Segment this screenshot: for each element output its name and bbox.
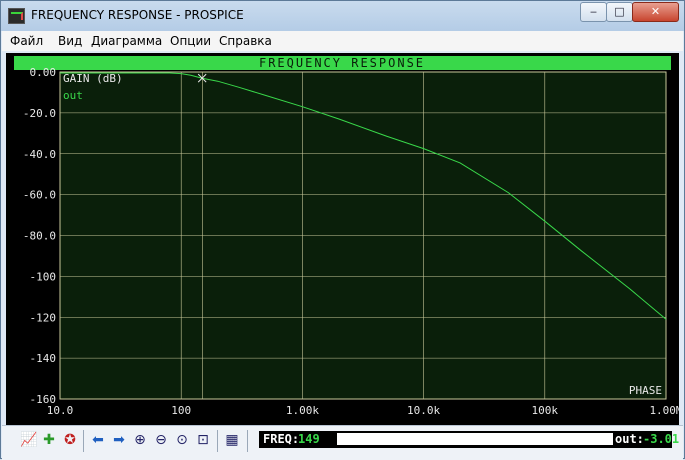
app-icon <box>8 8 25 24</box>
arrow-left-icon[interactable]: ⬅ <box>90 432 106 448</box>
minimize-button[interactable]: ‒ <box>580 2 607 22</box>
legend-series-out: out <box>63 89 83 102</box>
y-tick-label: 0.00 <box>30 66 57 79</box>
readout-field <box>337 433 613 445</box>
maximize-button[interactable]: □ <box>606 2 633 22</box>
y-axis-label: GAIN (dB) <box>63 72 123 85</box>
y2-axis-label: PHASE <box>629 384 662 397</box>
y-tick-label: -140 <box>30 352 57 365</box>
zoom-in-icon[interactable]: ⊕ <box>132 432 148 448</box>
zoom-all-icon[interactable]: ⊙ <box>174 432 190 448</box>
graph-icon[interactable]: 📈 <box>20 432 37 448</box>
y-tick-label: -80.0 <box>23 230 56 243</box>
cursor-readout: FREQ: 149 out: -3.01 <box>259 431 679 448</box>
bottom-toolbar: 📈 ✚ ✪ ⬅ ➡ ⊕ ⊖ ⊙ ⊡ ▦ FREQ: 149 out: -3.01 <box>2 425 683 460</box>
y-tick-label: -100 <box>30 270 57 283</box>
menu-file[interactable]: Файл <box>10 34 43 48</box>
window-title: FREQUENCY RESPONSE - PROSPICE <box>31 8 244 22</box>
y-tick-label: -120 <box>30 311 57 324</box>
toolbar-separator <box>83 430 84 452</box>
out-label: out: <box>615 432 644 446</box>
arrow-right-icon[interactable]: ➡ <box>111 432 127 448</box>
y-tick-label: -40.0 <box>23 148 56 161</box>
x-tick-label: 10.0k <box>407 404 440 417</box>
y-tick-label: -60.0 <box>23 189 56 202</box>
chart-frame: FREQUENCY RESPONSE 0.00 -20.0 -40.0 -60.0 -8… <box>6 53 683 425</box>
x-tick-label: 1.00k <box>286 404 319 417</box>
x-tick-label: 1.00M <box>649 404 679 417</box>
close-button[interactable]: ✕ <box>632 2 679 22</box>
out-value: -3.01 <box>643 432 680 446</box>
app-window: FREQUENCY RESPONSE - PROSPICE ‒ □ ✕ Файл… <box>0 0 685 460</box>
add-trace-icon[interactable]: ✚ <box>41 432 57 448</box>
menu-view[interactable]: Вид <box>58 34 82 48</box>
menu-help[interactable]: Справка <box>219 34 272 48</box>
menu-chart[interactable]: Диаграмма <box>91 34 162 48</box>
zoom-out-icon[interactable]: ⊖ <box>153 432 169 448</box>
frequency-response-chart[interactable]: FREQUENCY RESPONSE 0.00 -20.0 -40.0 -60.0 -8… <box>6 53 683 425</box>
x-tick-label: 100k <box>532 404 559 417</box>
freq-label: FREQ: <box>263 432 300 446</box>
menu-bar: Файл Вид Диаграмма Опции Справка <box>2 31 683 51</box>
toolbar-separator <box>247 430 248 452</box>
chart-title: FREQUENCY RESPONSE <box>259 56 425 70</box>
export-graph-icon[interactable]: ▦ <box>224 432 240 448</box>
menu-options[interactable]: Опции <box>170 34 211 48</box>
run-icon[interactable]: ✪ <box>62 432 78 448</box>
title-bar[interactable]: FREQUENCY RESPONSE - PROSPICE ‒ □ ✕ <box>1 1 684 31</box>
zoom-area-icon[interactable]: ⊡ <box>195 432 211 448</box>
freq-value: 149 <box>298 432 320 446</box>
x-tick-label: 100 <box>171 404 191 417</box>
x-tick-label: 10.0 <box>47 404 74 417</box>
y-tick-label: -20.0 <box>23 107 56 120</box>
toolbar-separator <box>217 430 218 452</box>
